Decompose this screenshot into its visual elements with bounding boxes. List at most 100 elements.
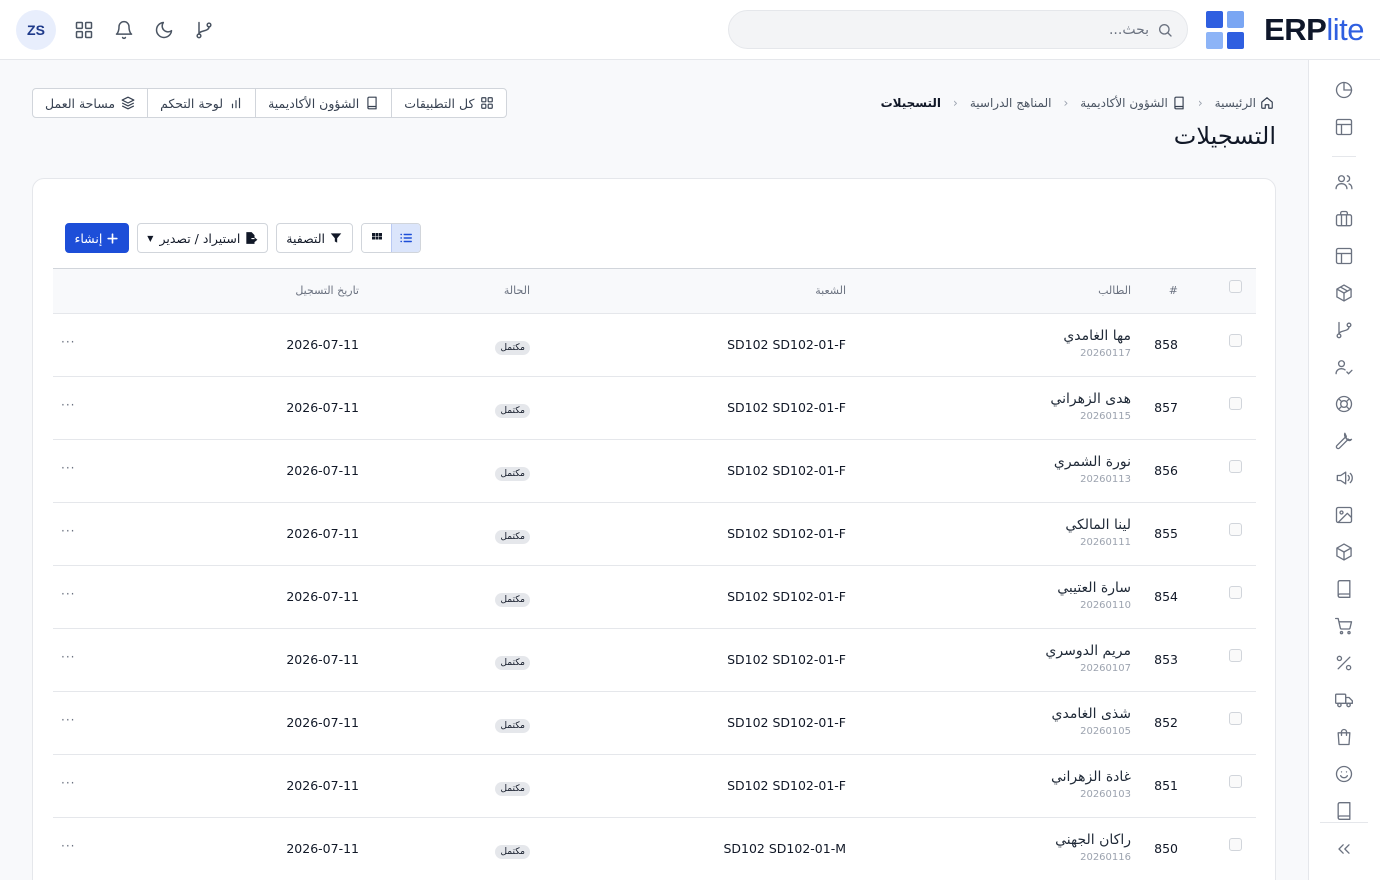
row-actions-menu-button[interactable]: ··· — [61, 524, 75, 538]
row-checkbox[interactable] — [1229, 838, 1242, 851]
student-id: 20260116 — [1080, 852, 1131, 863]
global-search[interactable] — [728, 10, 1188, 49]
sidebar-divider — [1320, 822, 1368, 823]
table-row[interactable]: 850 راكان الجهني 20260116 SD102 SD102-01… — [53, 818, 1256, 880]
git-branch-icon[interactable] — [192, 18, 216, 42]
row-checkbox[interactable] — [1229, 523, 1242, 536]
row-actions-menu-button[interactable]: ··· — [61, 587, 75, 601]
sidebar-shopping-bag-icon[interactable] — [1334, 727, 1354, 747]
caret-down-icon: ▼ — [147, 233, 154, 243]
grid-view-button[interactable] — [362, 224, 391, 252]
sidebar-cart-icon[interactable] — [1334, 616, 1354, 636]
table-row[interactable]: 854 سارة العتيبي 20260110 SD102 SD102-01… — [53, 566, 1256, 629]
table-row[interactable]: 851 غادة الزهراني 20260103 SD102 SD102-0… — [53, 755, 1256, 818]
sidebar-briefcase-icon[interactable] — [1334, 209, 1354, 229]
sidebar-analytics-pie-icon[interactable] — [1334, 80, 1354, 100]
sidebar-table-icon[interactable] — [1334, 246, 1354, 266]
quicklink-all-apps[interactable]: كل التطبيقات — [391, 89, 506, 117]
brand-mark-icon — [1206, 11, 1245, 49]
breadcrumb-curricula[interactable]: المناهج الدراسية — [970, 96, 1052, 110]
view-toggle — [361, 223, 421, 253]
column-header-number[interactable]: # — [1169, 284, 1178, 297]
row-actions-menu-button[interactable]: ··· — [61, 713, 75, 727]
row-checkbox[interactable] — [1229, 334, 1242, 347]
filter-button[interactable]: التصفية — [276, 223, 353, 253]
user-avatar[interactable]: ZS — [16, 10, 56, 50]
column-header-enrollment-date[interactable]: تاريخ التسجيل — [295, 284, 359, 297]
table-row[interactable]: 853 مريم الدوسري 20260107 SD102 SD102-01… — [53, 629, 1256, 692]
sidebar-book-icon[interactable] — [1334, 579, 1354, 599]
brand-logo[interactable]: ERPlite — [1206, 11, 1364, 49]
sidebar-collapse-chevrons-icon[interactable] — [1334, 839, 1354, 859]
sidebar-users-icon[interactable] — [1334, 172, 1354, 192]
student-cell[interactable]: مها الغامدي 20260117 — [1063, 327, 1131, 359]
list-view-button[interactable] — [391, 224, 420, 252]
status-badge: مكتمل — [495, 341, 530, 355]
apps-grid-icon[interactable] — [72, 18, 96, 42]
sidebar-image-icon[interactable] — [1334, 505, 1354, 525]
table-row[interactable]: 856 نورة الشمري 20260113 SD102 SD102-01-… — [53, 440, 1256, 503]
row-actions-menu-button[interactable]: ··· — [61, 461, 75, 475]
table-row[interactable]: 855 لينا المالكي 20260111 SD102 SD102-01… — [53, 503, 1256, 566]
table-row[interactable]: 857 هدى الزهراني 20260115 SD102 SD102-01… — [53, 377, 1256, 440]
student-cell[interactable]: راكان الجهني 20260116 — [1055, 831, 1131, 863]
sidebar-git-branch-icon[interactable] — [1334, 320, 1354, 340]
student-cell[interactable]: مريم الدوسري 20260107 — [1045, 642, 1131, 674]
row-checkbox[interactable] — [1229, 649, 1242, 662]
breadcrumb-chevron-icon: ‹ — [953, 96, 958, 110]
sidebar-divider — [1332, 156, 1356, 157]
student-cell[interactable]: غادة الزهراني 20260103 — [1051, 768, 1131, 800]
sidebar-percent-icon[interactable] — [1334, 653, 1354, 673]
student-cell[interactable]: لينا المالكي 20260111 — [1065, 516, 1131, 548]
import-export-button[interactable]: استيراد / تصدير ▼ — [137, 223, 269, 253]
student-name: غادة الزهراني — [1050, 769, 1131, 785]
table-row[interactable]: 852 شذى الغامدي 20260105 SD102 SD102-01-… — [53, 692, 1256, 755]
enrollment-date-cell: 2026-07-11 — [286, 463, 359, 478]
breadcrumb-academic-affairs[interactable]: الشؤون الأكاديمية — [1080, 96, 1186, 110]
sidebar-smile-icon[interactable] — [1334, 764, 1354, 784]
column-header-student[interactable]: الطالب — [1098, 284, 1131, 297]
sidebar-package-icon[interactable] — [1334, 283, 1354, 303]
quicklink-academic-affairs[interactable]: الشؤون الأكاديمية — [255, 89, 391, 117]
status-badge: مكتمل — [495, 467, 530, 481]
row-actions-menu-button[interactable]: ··· — [61, 335, 75, 349]
section-cell: SD102 SD102-01-F — [727, 778, 846, 793]
sidebar-user-check-icon[interactable] — [1334, 357, 1354, 377]
student-cell[interactable]: نورة الشمري 20260113 — [1054, 453, 1131, 485]
quick-links: كل التطبيقات الشؤون الأكاديمية لوحة التح… — [32, 88, 508, 118]
row-actions-menu-button[interactable]: ··· — [61, 650, 75, 664]
column-header-status[interactable]: الحالة — [504, 284, 530, 297]
row-checkbox[interactable] — [1229, 775, 1242, 788]
sidebar-megaphone-icon[interactable] — [1334, 468, 1354, 488]
row-checkbox[interactable] — [1229, 712, 1242, 725]
sidebar-layout-icon[interactable] — [1334, 117, 1354, 137]
student-cell[interactable]: هدى الزهراني 20260115 — [1050, 390, 1131, 422]
row-actions-menu-button[interactable]: ··· — [61, 839, 75, 853]
quicklink-dashboard[interactable]: لوحة التحكم — [147, 89, 255, 117]
student-cell[interactable]: سارة العتيبي 20260110 — [1057, 579, 1131, 611]
select-all-checkbox[interactable] — [1229, 280, 1242, 293]
import-export-label: استيراد / تصدير — [159, 230, 241, 246]
breadcrumb-label: المناهج الدراسية — [969, 96, 1052, 110]
row-checkbox[interactable] — [1229, 460, 1242, 473]
row-actions-menu-button[interactable]: ··· — [61, 776, 75, 790]
student-cell[interactable]: شذى الغامدي 20260105 — [1052, 705, 1131, 737]
sidebar-truck-icon[interactable] — [1334, 690, 1354, 710]
sidebar-cube-icon[interactable] — [1334, 542, 1354, 562]
column-header-section[interactable]: الشعبة — [815, 284, 846, 297]
row-actions-menu-button[interactable]: ··· — [61, 398, 75, 412]
dark-mode-moon-icon[interactable] — [152, 18, 176, 42]
sidebar-lifebuoy-icon[interactable] — [1334, 394, 1354, 414]
row-checkbox[interactable] — [1229, 586, 1242, 599]
table-row[interactable]: 858 مها الغامدي 20260117 SD102 SD102-01-… — [53, 314, 1256, 377]
breadcrumb-home[interactable]: الرئيسية — [1215, 96, 1274, 110]
section-cell: SD102 SD102-01-F — [727, 337, 846, 352]
sidebar-wrench-icon[interactable] — [1334, 431, 1354, 451]
search-input[interactable] — [769, 21, 1149, 38]
quicklink-workspace[interactable]: مساحة العمل — [33, 89, 147, 117]
row-checkbox[interactable] — [1229, 397, 1242, 410]
bell-icon[interactable] — [112, 18, 136, 42]
sidebar-notebook-icon[interactable] — [1334, 801, 1354, 821]
create-button[interactable]: إنشاء — [64, 223, 130, 253]
create-label: إنشاء — [74, 230, 103, 246]
